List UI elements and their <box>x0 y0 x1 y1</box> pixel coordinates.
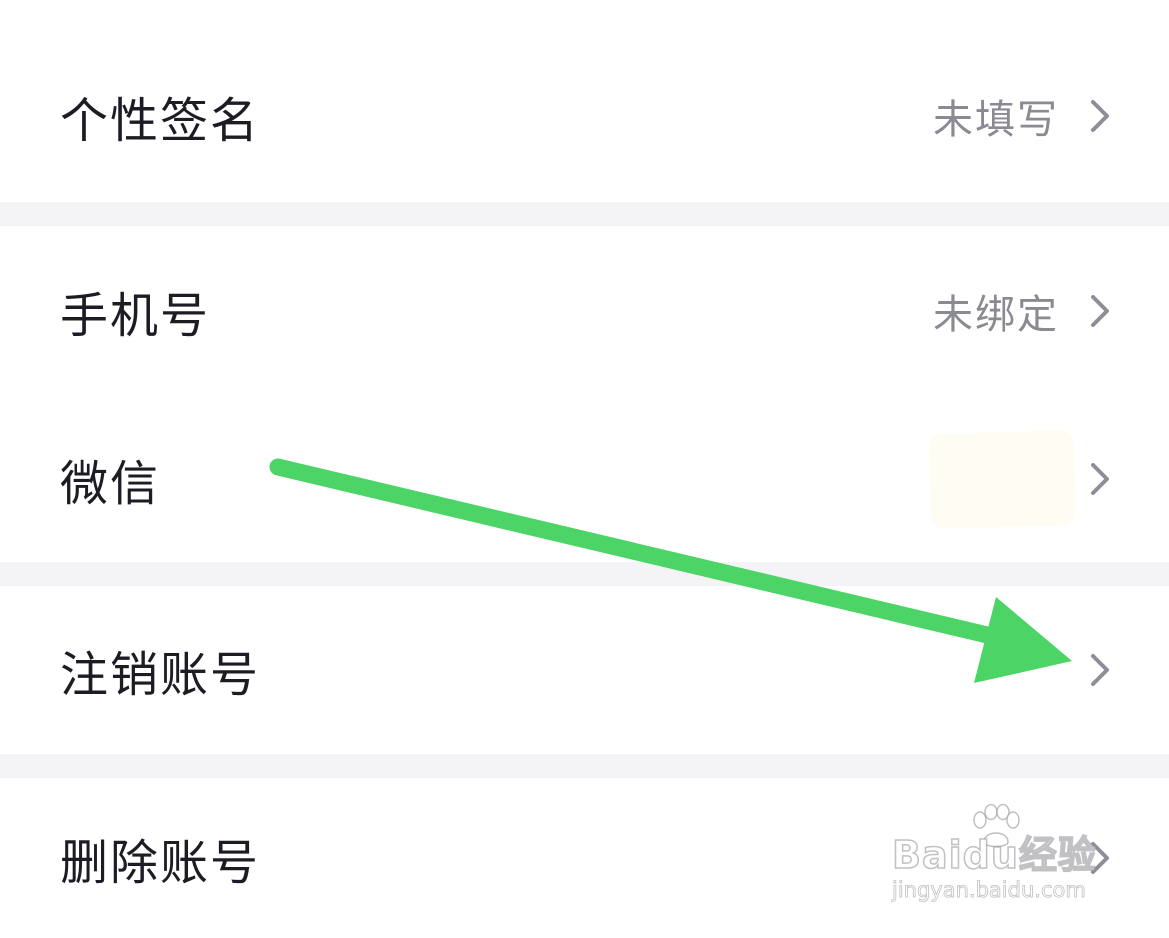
account-settings-page: 个性签名 未填写 手机号 未绑定 微信 注销账号 删除账号 Baidu经验 ji… <box>0 0 1169 938</box>
chevron-right-icon <box>1091 100 1109 132</box>
wechat-label: 微信 <box>60 456 161 512</box>
chevron-right-icon <box>1091 842 1109 874</box>
phone-label: 手机号 <box>60 288 211 344</box>
deactivate-account-row[interactable]: 注销账号 <box>0 586 1169 754</box>
signature-row[interactable]: 个性签名 未填写 <box>0 30 1169 202</box>
signature-value: 未填写 <box>933 97 1059 143</box>
deactivate-account-label: 注销账号 <box>60 647 261 703</box>
redacted-wechat-value <box>928 429 1077 530</box>
delete-account-row[interactable]: 删除账号 <box>0 778 1169 938</box>
signature-label: 个性签名 <box>60 93 261 149</box>
section-divider <box>0 562 1169 586</box>
delete-account-label: 删除账号 <box>60 835 261 891</box>
section-divider <box>0 202 1169 226</box>
phone-row[interactable]: 手机号 未绑定 <box>0 226 1169 396</box>
section-divider <box>0 754 1169 778</box>
chevron-right-icon <box>1091 295 1109 327</box>
phone-value: 未绑定 <box>933 292 1059 338</box>
chevron-right-icon <box>1091 463 1109 495</box>
chevron-right-icon <box>1091 654 1109 686</box>
